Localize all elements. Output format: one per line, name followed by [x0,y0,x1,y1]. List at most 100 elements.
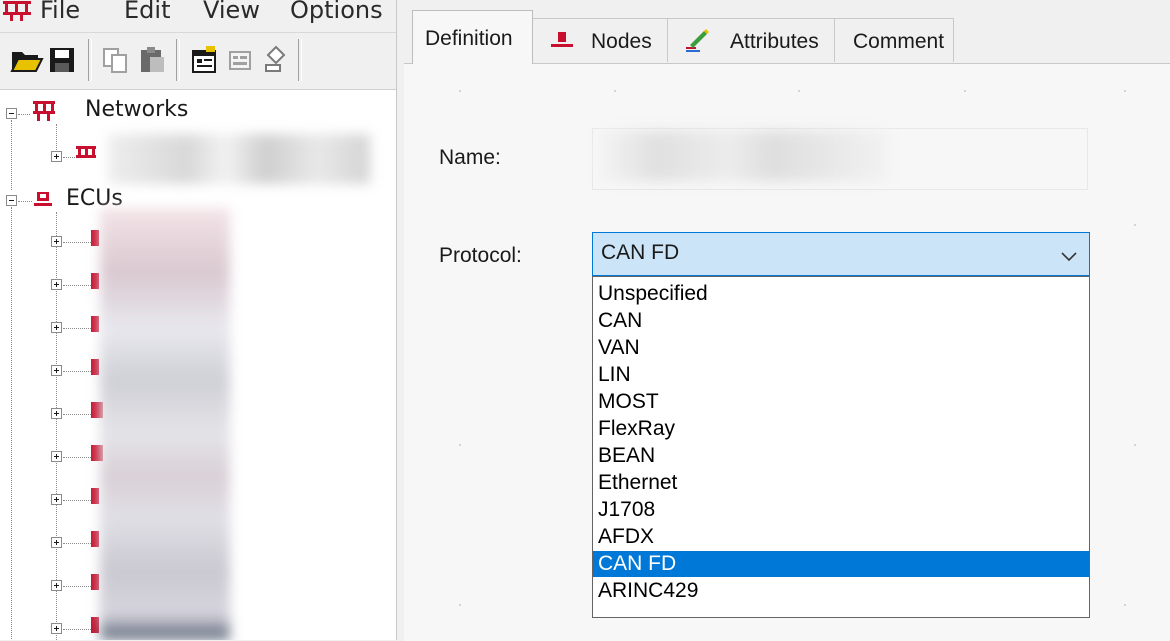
open-folder-icon[interactable] [10,43,44,77]
ecu-expand-toggle[interactable] [51,365,62,376]
app-icon [2,0,32,26]
ecu-icon [91,359,99,375]
grid-dot [964,90,966,92]
ecu-icon [91,230,99,246]
protocol-option-van[interactable]: VAN [593,335,1089,361]
form-icon[interactable] [224,43,258,77]
protocol-dropdown-list: Unspecified CAN VAN LIN MOST FlexRay BEA… [592,276,1090,618]
chevron-down-icon[interactable] [1061,247,1077,266]
save-icon[interactable] [46,43,80,77]
protocol-option-lin[interactable]: LIN [593,362,1089,388]
ecu-expand-toggle[interactable] [51,623,62,634]
protocol-option-j1708[interactable]: J1708 [593,497,1089,523]
ecu-expand-toggle[interactable] [51,279,62,290]
tree-connector [63,543,91,544]
copy-icon[interactable] [100,43,134,77]
tab-comment-label: Comment [853,30,945,53]
tab-definition[interactable]: Definition [412,10,533,64]
node-icon [549,31,575,57]
grid-dot [459,90,461,92]
grid-dot [1134,444,1136,446]
tree-connector [63,586,91,587]
right-pane: Definition Nodes Attributes Comment Name… [404,0,1170,641]
protocol-option-most[interactable]: MOST [593,389,1089,415]
grid-dot [1134,224,1136,226]
name-label: Name: [439,146,501,169]
ecu-icon [91,531,99,547]
tree-connector [11,207,12,640]
protocol-option-bean[interactable]: BEAN [593,443,1089,469]
ecu-expand-toggle[interactable] [51,408,62,419]
menu-edit[interactable]: Edit [124,0,170,24]
toolbar-separator [88,39,92,81]
ecus-collapse-toggle[interactable] [6,195,17,206]
ecu-expand-toggle[interactable] [51,451,62,462]
properties-icon[interactable] [188,43,222,77]
tree-connector [63,242,91,243]
toolbar-separator [176,39,180,81]
tab-nodes-label: Nodes [591,30,652,53]
ecu-icon [91,574,99,590]
grid-dot [1124,90,1126,92]
tree-connector [63,371,91,372]
tree-view: Networks ECUs [0,90,396,640]
protocol-option-afdx[interactable]: AFDX [593,524,1089,550]
tree-connector [63,500,91,501]
ecu-expand-toggle[interactable] [51,494,62,505]
tab-comment[interactable]: Comment [834,18,954,62]
tree-connector [56,212,57,640]
tab-definition-label: Definition [425,27,513,50]
redacted-ecu-names [100,208,230,640]
tree-connector [63,457,91,458]
ecu-expand-toggle[interactable] [51,236,62,247]
protocol-option-arinc429[interactable]: ARINC429 [593,578,1089,604]
tree-connector [18,201,32,202]
protocol-option-can-fd[interactable]: CAN FD [593,551,1089,577]
protocol-combobox[interactable]: CAN FD [592,232,1090,276]
network-icon [75,145,97,169]
ecu-expand-toggle[interactable] [51,537,62,548]
tree-connector [63,157,75,158]
menu-view[interactable]: View [203,0,260,24]
tab-nodes[interactable]: Nodes [532,18,668,62]
networks-icon [31,100,57,126]
grid-dot [459,604,461,606]
grid-dot [614,90,616,92]
menu-bar: File Edit View Options [0,0,396,33]
ecu-icon [91,273,99,289]
tree-connector [63,414,91,415]
grid-dot [798,90,800,92]
tab-attributes-label: Attributes [730,30,819,53]
grid-dot [1124,604,1126,606]
name-field[interactable] [592,128,1088,190]
redacted-network-name [108,134,370,184]
menu-file[interactable]: File [40,0,80,24]
left-pane: File Edit View Options Networks ECUs [0,0,396,640]
protocol-option-unspecified[interactable]: Unspecified [593,281,1089,307]
ecus-icon [32,190,54,214]
tree-connector [63,285,91,286]
tree-connector [63,328,91,329]
networks-collapse-toggle[interactable] [6,108,17,119]
ecu-icon [91,316,99,332]
protocol-option-ethernet[interactable]: Ethernet [593,470,1089,496]
tab-strip: Definition Nodes Attributes Comment [404,0,1170,64]
stamp-icon[interactable] [258,43,292,77]
tree-connector [56,124,57,150]
menu-options[interactable]: Options [290,0,383,24]
toolbar-separator [298,39,302,81]
ecu-icon [91,488,99,504]
ecu-expand-toggle[interactable] [51,580,62,591]
grid-dot [459,444,461,446]
protocol-option-flexray[interactable]: FlexRay [593,416,1089,442]
network-expand-toggle[interactable] [51,151,62,162]
tree-item-networks[interactable]: Networks [85,97,188,122]
tree-connector [18,114,30,115]
tab-attributes[interactable]: Attributes [667,18,835,62]
ecu-expand-toggle[interactable] [51,322,62,333]
attributes-icon [684,29,710,59]
ecu-icon [91,617,99,633]
protocol-option-can[interactable]: CAN [593,308,1089,334]
paste-icon[interactable] [136,43,170,77]
protocol-combobox-value: CAN FD [601,241,680,264]
